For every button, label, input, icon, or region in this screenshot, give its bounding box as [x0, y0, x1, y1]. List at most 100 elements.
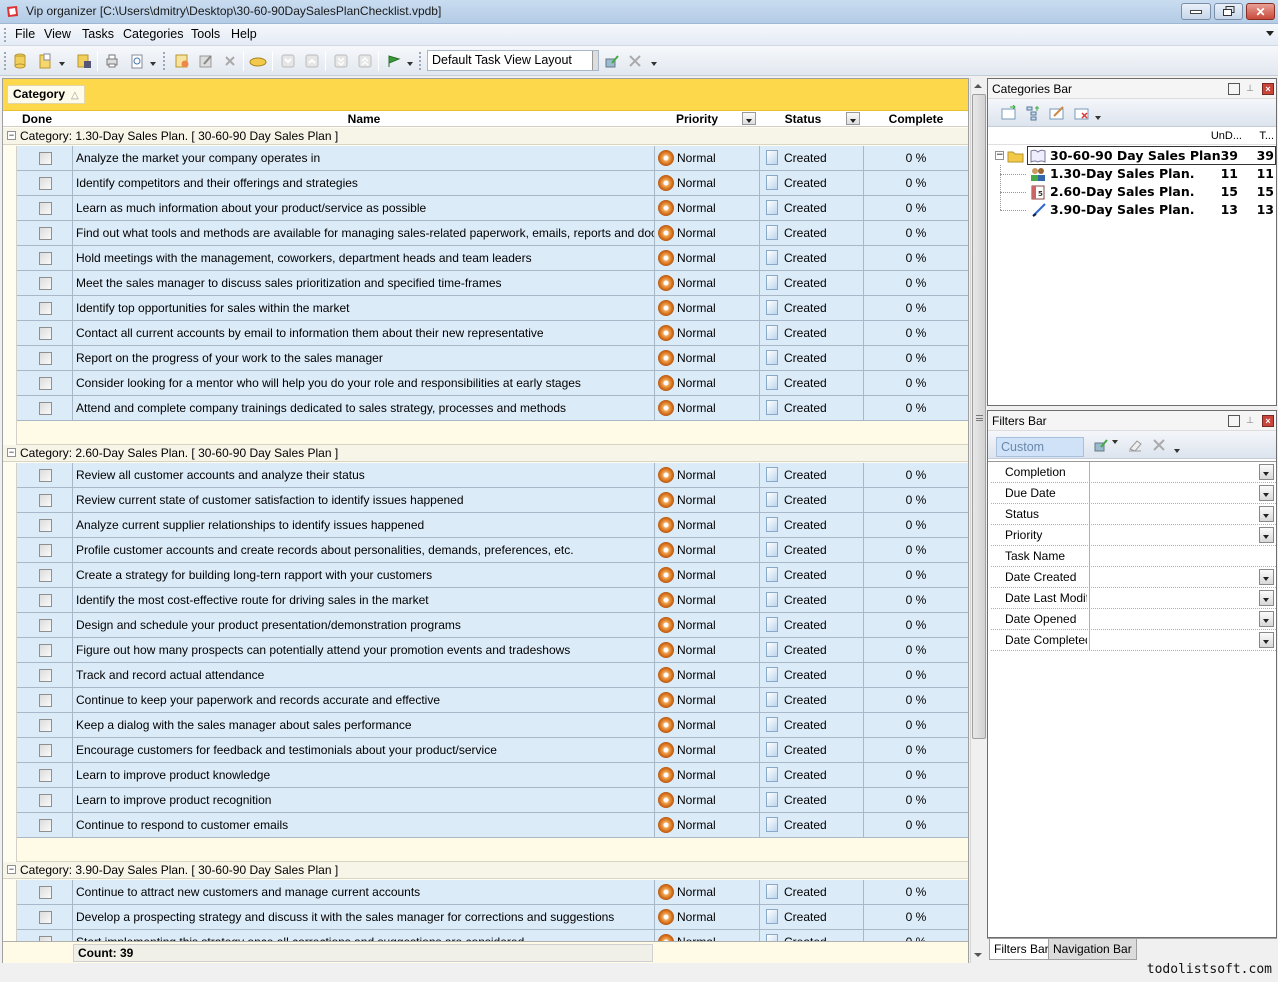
filter-row[interactable]: Date Last Modified [991, 588, 1276, 609]
restore-panel-icon[interactable] [1228, 83, 1240, 95]
task-name[interactable]: Report on the progress of your work to t… [73, 346, 655, 370]
status-cell[interactable]: Created [760, 738, 864, 762]
task-row[interactable]: Track and record actual attendance Normal… [17, 663, 968, 688]
priority-cell[interactable]: Normal [655, 663, 760, 687]
status-cell[interactable]: Created [760, 930, 864, 941]
tree-node-root[interactable]: − 30-60-90 Day Sales Plan 39 39 [988, 146, 1276, 165]
task-name[interactable]: Find out what tools and methods are avai… [73, 221, 655, 245]
task-name[interactable]: Attend and complete company trainings de… [73, 396, 655, 420]
done-checkbox[interactable] [39, 227, 52, 240]
column-total[interactable]: T... [1259, 130, 1274, 142]
complete-cell[interactable]: 0 % [864, 296, 968, 320]
tab-navigation-bar[interactable]: Navigation Bar [1048, 939, 1137, 960]
task-name[interactable]: Consider looking for a mentor who will h… [73, 371, 655, 395]
status-cell[interactable]: Created [760, 788, 864, 812]
group-row[interactable]: − Category: 2.60-Day Sales Plan. [ 30-60-… [3, 445, 968, 462]
filter-row[interactable]: Status [991, 504, 1276, 525]
task-name[interactable]: Continue to respond to customer emails [73, 813, 655, 837]
done-checkbox[interactable] [39, 469, 52, 482]
layout-more-icon[interactable] [651, 62, 657, 66]
complete-cell[interactable]: 0 % [864, 488, 968, 512]
done-checkbox[interactable] [39, 769, 52, 782]
open-database-button[interactable] [11, 52, 29, 70]
task-name[interactable]: Figure out how many prospects can potent… [73, 638, 655, 662]
pin-icon[interactable]: ⊥ [1244, 83, 1256, 95]
task-name[interactable]: Analyze the market your company operates… [73, 146, 655, 170]
complete-cell[interactable]: 0 % [864, 788, 968, 812]
save-database-button[interactable] [75, 52, 93, 70]
done-checkbox[interactable] [39, 494, 52, 507]
filter-dropdown-icon[interactable] [1259, 506, 1274, 522]
task-row[interactable]: Identify top opportunities for sales wit… [17, 296, 968, 321]
priority-cell[interactable]: Normal [655, 196, 760, 220]
restore-button[interactable] [1214, 3, 1243, 20]
filter-row[interactable]: Due Date [991, 483, 1276, 504]
complete-cell[interactable]: 0 % [864, 713, 968, 737]
move-bottom-button[interactable] [332, 52, 350, 70]
complete-cell[interactable]: 0 % [864, 613, 968, 637]
priority-cell[interactable]: Normal [655, 271, 760, 295]
tree-node-30-day[interactable]: 1.30-Day Sales Plan. 11 11 [988, 165, 1276, 183]
scroll-down-icon[interactable] [974, 953, 982, 957]
pin-icon[interactable]: ⊥ [1244, 415, 1256, 427]
priority-cell[interactable]: Normal [655, 538, 760, 562]
task-name[interactable]: Hold meetings with the management, cowor… [73, 246, 655, 270]
menu-help[interactable]: Help [229, 27, 259, 41]
flag-dropdown-icon[interactable] [407, 62, 413, 66]
status-cell[interactable]: Created [760, 146, 864, 170]
task-name[interactable]: Contact all current accounts by email to… [73, 321, 655, 345]
priority-cell[interactable]: Normal [655, 930, 760, 941]
status-cell[interactable]: Created [760, 713, 864, 737]
task-row[interactable]: Consider looking for a mentor who will h… [17, 371, 968, 396]
status-cell[interactable]: Created [760, 763, 864, 787]
new-task-button[interactable] [173, 52, 191, 70]
task-row[interactable]: Analyze the market your company operates… [17, 146, 968, 171]
complete-cell[interactable]: 0 % [864, 513, 968, 537]
task-name[interactable]: Keep a dialog with the sales manager abo… [73, 713, 655, 737]
priority-cell[interactable]: Normal [655, 221, 760, 245]
priority-cell[interactable]: Normal [655, 146, 760, 170]
done-checkbox[interactable] [39, 794, 52, 807]
task-row[interactable]: Learn as much information about your pro… [17, 196, 968, 221]
complete-cell[interactable]: 0 % [864, 346, 968, 370]
complete-cell[interactable]: 0 % [864, 396, 968, 420]
task-name[interactable]: Create a strategy for building long-tern… [73, 563, 655, 587]
done-checkbox[interactable] [39, 152, 52, 165]
save-filter-dropdown-icon[interactable] [1112, 440, 1118, 444]
status-cell[interactable]: Created [760, 880, 864, 904]
status-cell[interactable]: Created [760, 613, 864, 637]
column-name[interactable]: Name [73, 112, 655, 126]
add-subcategory-button[interactable] [1024, 104, 1042, 122]
done-checkbox[interactable] [39, 377, 52, 390]
complete-cell[interactable]: 0 % [864, 763, 968, 787]
done-checkbox[interactable] [39, 719, 52, 732]
new-button[interactable] [36, 52, 54, 70]
task-name[interactable]: Identify top opportunities for sales wit… [73, 296, 655, 320]
filter-dropdown-icon[interactable] [1259, 569, 1274, 585]
move-up-button[interactable] [303, 52, 321, 70]
done-checkbox[interactable] [39, 619, 52, 632]
layout-select[interactable]: Default Task View Layout [427, 50, 599, 71]
status-cell[interactable]: Created [760, 221, 864, 245]
filter-dropdown-icon[interactable] [1259, 527, 1274, 543]
task-row[interactable]: Learn to improve product recognition Norm… [17, 788, 968, 813]
filter-dropdown-icon[interactable] [1259, 590, 1274, 606]
priority-cell[interactable]: Normal [655, 613, 760, 637]
complete-cell[interactable]: 0 % [864, 371, 968, 395]
done-checkbox[interactable] [39, 644, 52, 657]
done-checkbox[interactable] [39, 402, 52, 415]
complete-cell[interactable]: 0 % [864, 246, 968, 270]
priority-filter-icon[interactable] [742, 112, 756, 125]
layout-dropdown-icon[interactable] [592, 51, 598, 70]
complete-cell[interactable]: 0 % [864, 905, 968, 929]
status-cell[interactable]: Created [760, 688, 864, 712]
column-done[interactable]: Done [3, 112, 71, 126]
done-checkbox[interactable] [39, 569, 52, 582]
status-cell[interactable]: Created [760, 346, 864, 370]
priority-cell[interactable]: Normal [655, 488, 760, 512]
priority-cell[interactable]: Normal [655, 763, 760, 787]
priority-cell[interactable]: Normal [655, 905, 760, 929]
task-row[interactable]: Review all customer accounts and analyze… [17, 463, 968, 488]
priority-cell[interactable]: Normal [655, 813, 760, 837]
done-checkbox[interactable] [39, 744, 52, 757]
